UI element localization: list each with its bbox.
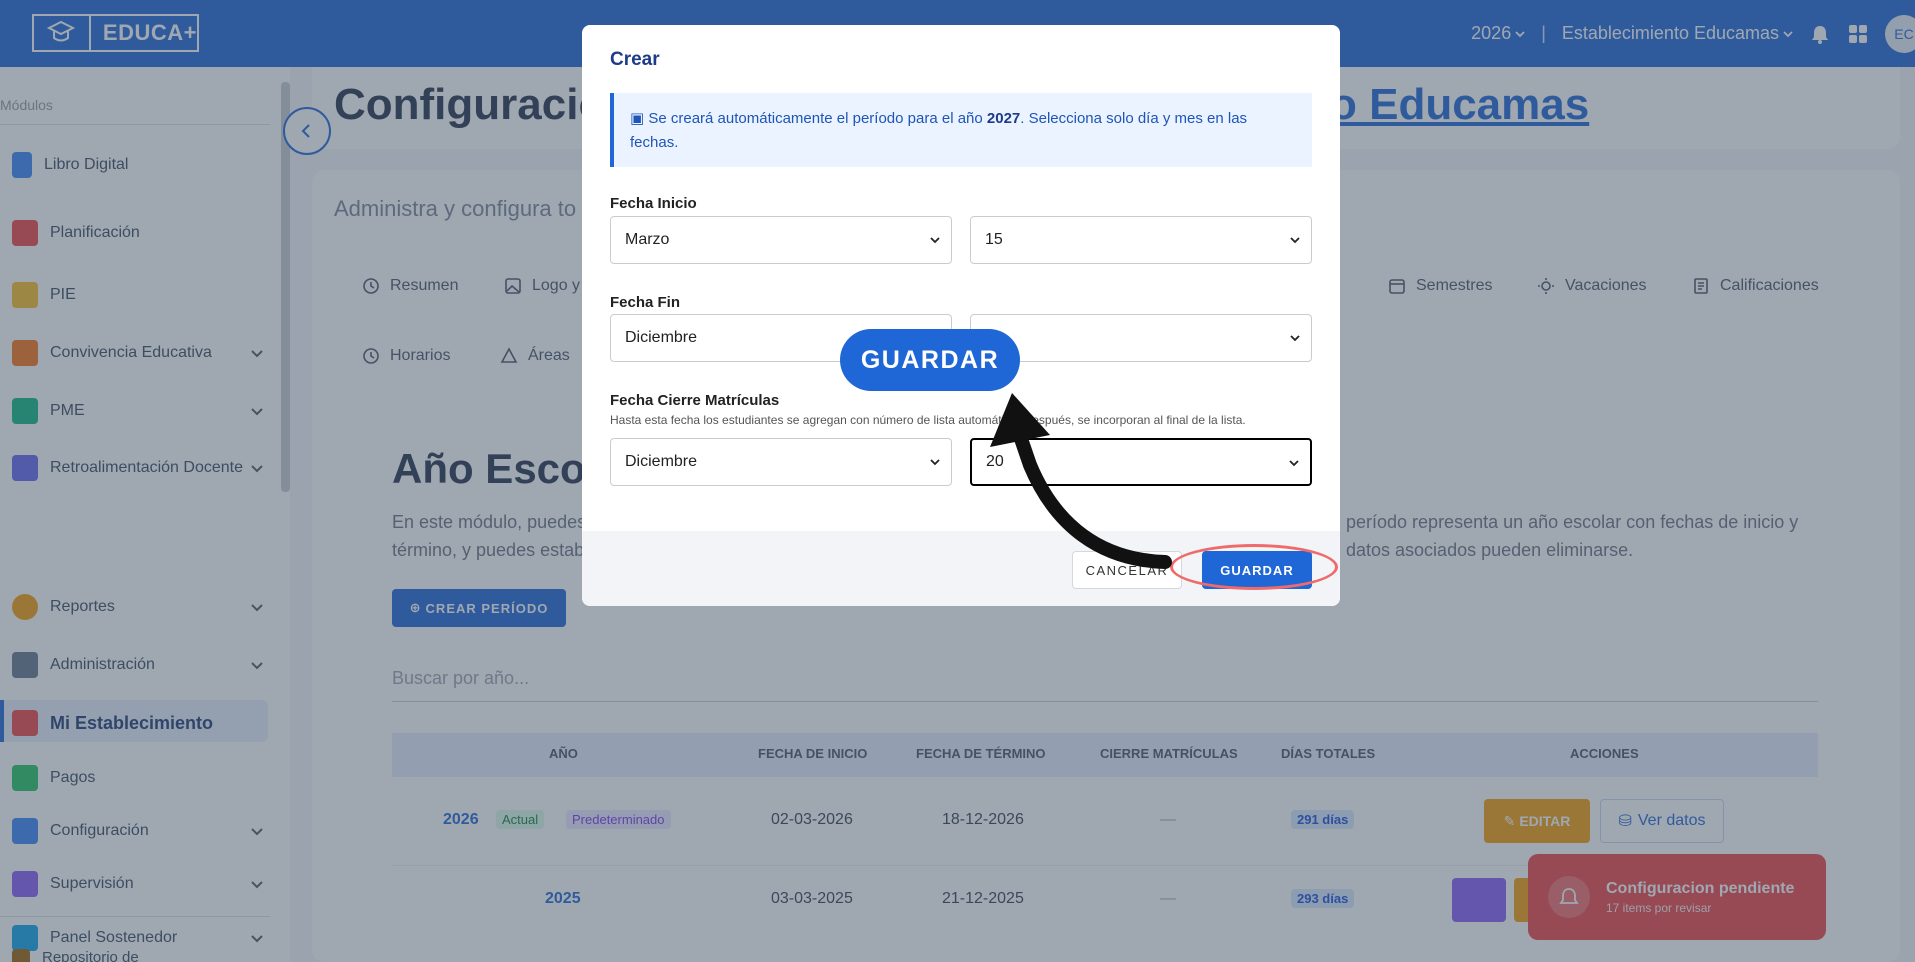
curved-arrow-annotation bbox=[990, 393, 1172, 569]
calendar-icon: ▣ bbox=[630, 110, 649, 127]
save-callout-label: GUARDAR bbox=[840, 329, 1020, 391]
start-day-select[interactable]: 15 bbox=[970, 216, 1312, 264]
chevron-down-icon bbox=[1290, 335, 1300, 342]
chevron-down-icon bbox=[930, 237, 940, 244]
info-alert: ▣ Se creará automáticamente el período p… bbox=[610, 93, 1312, 167]
select-value: Marzo bbox=[625, 231, 670, 248]
start-date-label: Fecha Inicio bbox=[610, 195, 697, 212]
start-month-select[interactable]: Marzo bbox=[610, 216, 952, 264]
end-date-label: Fecha Fin bbox=[610, 294, 681, 311]
chevron-down-icon bbox=[930, 459, 940, 466]
info-text-prefix: Se creará automáticamente el período par… bbox=[648, 110, 987, 127]
save-highlight-ring bbox=[1170, 544, 1338, 590]
select-value: 15 bbox=[985, 231, 1003, 248]
closing-date-label: Fecha Cierre Matrículas bbox=[610, 392, 780, 409]
chevron-down-icon bbox=[1290, 237, 1300, 244]
modal-title: Crear bbox=[610, 49, 660, 70]
end-day-select[interactable] bbox=[970, 314, 1312, 362]
closing-month-select[interactable]: Diciembre bbox=[610, 438, 952, 486]
chevron-down-icon bbox=[1289, 460, 1299, 467]
select-value: Diciembre bbox=[625, 453, 698, 470]
select-value: Diciembre bbox=[625, 329, 698, 346]
info-year: 2027 bbox=[986, 110, 1021, 127]
